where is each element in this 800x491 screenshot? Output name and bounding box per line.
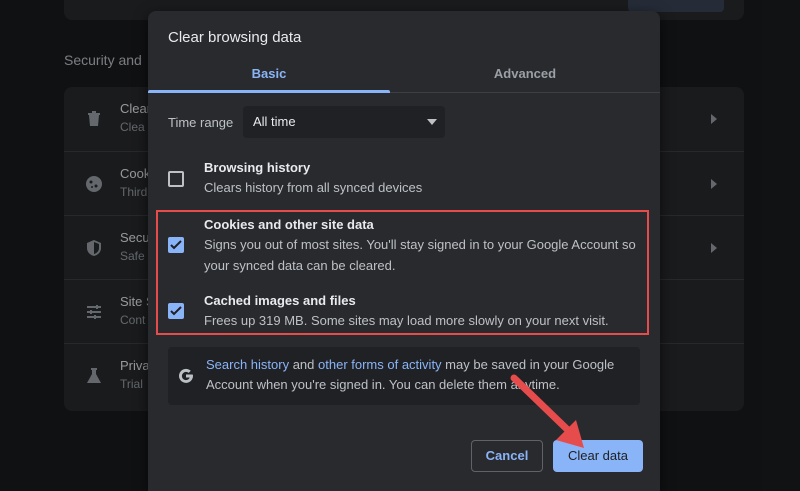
option-title: Browsing history [204,160,311,175]
tab-selected-indicator [148,90,390,93]
annotation-arrow-icon [510,374,584,448]
caret-down-icon [427,119,437,125]
time-range-value: All time [253,114,296,129]
time-range-select[interactable]: All time [243,106,445,138]
time-range-label: Time range [168,115,234,130]
google-g-icon [179,368,193,383]
tab-advanced[interactable]: Advanced [404,55,646,92]
option-description: Clears history from all synced devices [204,180,423,195]
notice-and: and [289,357,319,372]
dialog-title: Clear browsing data [168,29,302,46]
other-activity-link[interactable]: other forms of activity [318,357,442,372]
tab-basic[interactable]: Basic [148,55,390,92]
browsing-history-checkbox[interactable] [168,171,184,187]
highlight-box [156,210,649,335]
search-history-link[interactable]: Search history [206,357,289,372]
